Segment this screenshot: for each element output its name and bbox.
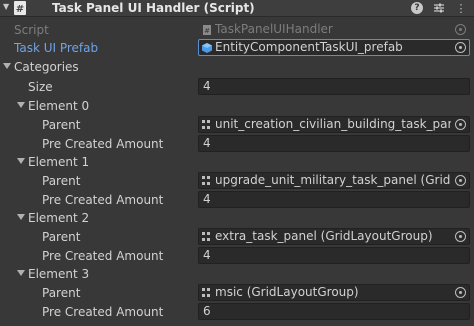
- parent-value: unit_creation_civilian_building_task_pan…: [215, 117, 451, 131]
- element-label: Element 3: [28, 267, 90, 281]
- amount-field[interactable]: 4: [198, 247, 470, 264]
- svg-text:#: #: [204, 27, 210, 35]
- amount-row: Pre Created Amount 4: [0, 191, 474, 209]
- prefab-field[interactable]: EntityComponentTaskUI_prefab: [198, 39, 470, 56]
- parent-label: Parent: [42, 174, 81, 188]
- grid-layout-icon: [202, 288, 212, 298]
- parent-label: Parent: [42, 230, 81, 244]
- element-label: Element 1: [28, 155, 90, 169]
- amount-value: 4: [203, 248, 211, 262]
- categories-foldout[interactable]: Categories: [0, 58, 474, 76]
- parent-value: extra_task_panel (GridLayoutGroup): [215, 229, 433, 243]
- grid-layout-icon: [202, 120, 212, 130]
- object-picker-icon[interactable]: [455, 175, 466, 186]
- size-label: Size: [28, 80, 53, 94]
- amount-field[interactable]: 4: [198, 191, 470, 208]
- parent-label: Parent: [42, 118, 81, 132]
- component-title: Task Panel UI Handler (Script): [52, 1, 255, 15]
- svg-text:#: #: [16, 4, 24, 15]
- size-value: 4: [203, 79, 211, 93]
- parent-field[interactable]: upgrade_unit_military_task_panel (GridLa…: [198, 172, 470, 189]
- help-icon[interactable]: ?: [410, 1, 424, 15]
- amount-label: Pre Created Amount: [42, 193, 164, 207]
- script-label: Script: [14, 23, 49, 37]
- object-picker-icon[interactable]: [455, 231, 466, 242]
- parent-row: Parent msic (GridLayoutGroup): [0, 284, 474, 302]
- script-icon: #: [14, 1, 26, 15]
- element-foldout[interactable]: Element 0: [0, 97, 474, 115]
- foldout-arrow-icon[interactable]: [17, 102, 25, 108]
- object-picker-icon[interactable]: [455, 287, 466, 298]
- amount-field[interactable]: 4: [198, 135, 470, 152]
- element-label: Element 0: [28, 99, 90, 113]
- parent-field[interactable]: msic (GridLayoutGroup): [198, 284, 470, 301]
- prefab-row: Task UI Prefab EntityComponentTaskUI_pre…: [0, 39, 474, 57]
- grid-layout-icon: [202, 176, 212, 186]
- parent-row: Parent unit_creation_civilian_building_t…: [0, 116, 474, 134]
- categories-label: Categories: [14, 60, 79, 74]
- amount-field[interactable]: 6: [198, 303, 470, 320]
- parent-value: msic (GridLayoutGroup): [215, 285, 359, 299]
- amount-value: 6: [203, 304, 211, 318]
- parent-field[interactable]: extra_task_panel (GridLayoutGroup): [198, 228, 470, 245]
- element-foldout[interactable]: Element 3: [0, 265, 474, 283]
- foldout-arrow-icon[interactable]: [17, 214, 25, 220]
- element-foldout[interactable]: Element 2: [0, 209, 474, 227]
- more-icon[interactable]: ⋮: [454, 1, 468, 15]
- object-picker-icon[interactable]: [455, 119, 466, 130]
- foldout-arrow-icon[interactable]: [17, 270, 25, 276]
- script-field: # TaskPanelUIHandler: [198, 21, 470, 38]
- amount-label: Pre Created Amount: [42, 137, 164, 151]
- element-foldout[interactable]: Element 1: [0, 153, 474, 171]
- script-file-icon: #: [203, 25, 211, 35]
- collapse-arrow-icon[interactable]: ▼: [3, 2, 9, 11]
- object-picker-icon: [455, 24, 466, 35]
- parent-label: Parent: [42, 286, 81, 300]
- parent-value: upgrade_unit_military_task_panel (GridLa…: [215, 173, 451, 187]
- component-header[interactable]: ▼ # Task Panel UI Handler (Script) ? ⋮: [0, 0, 474, 17]
- element-label: Element 2: [28, 211, 90, 225]
- parent-field[interactable]: unit_creation_civilian_building_task_pan…: [198, 116, 470, 133]
- settings-sliders-icon[interactable]: [432, 1, 446, 15]
- script-value: TaskPanelUIHandler: [215, 22, 333, 36]
- parent-row: Parent upgrade_unit_military_task_panel …: [0, 172, 474, 190]
- prefab-label: Task UI Prefab: [14, 41, 99, 55]
- amount-row: Pre Created Amount 4: [0, 135, 474, 153]
- object-picker-icon[interactable]: [455, 42, 466, 53]
- script-row: Script # TaskPanelUIHandler: [0, 21, 474, 39]
- foldout-arrow-icon[interactable]: [3, 63, 11, 69]
- foldout-arrow-icon[interactable]: [17, 158, 25, 164]
- amount-value: 4: [203, 192, 211, 206]
- parent-row: Parent extra_task_panel (GridLayoutGroup…: [0, 228, 474, 246]
- amount-value: 4: [203, 136, 211, 150]
- size-field[interactable]: 4: [198, 78, 470, 95]
- amount-row: Pre Created Amount 6: [0, 303, 474, 321]
- prefab-value: EntityComponentTaskUI_prefab: [215, 40, 403, 54]
- size-row: Size 4: [0, 78, 474, 96]
- prefab-cube-icon: [202, 43, 212, 53]
- amount-label: Pre Created Amount: [42, 249, 164, 263]
- grid-layout-icon: [202, 232, 212, 242]
- amount-row: Pre Created Amount 4: [0, 247, 474, 265]
- amount-label: Pre Created Amount: [42, 305, 164, 319]
